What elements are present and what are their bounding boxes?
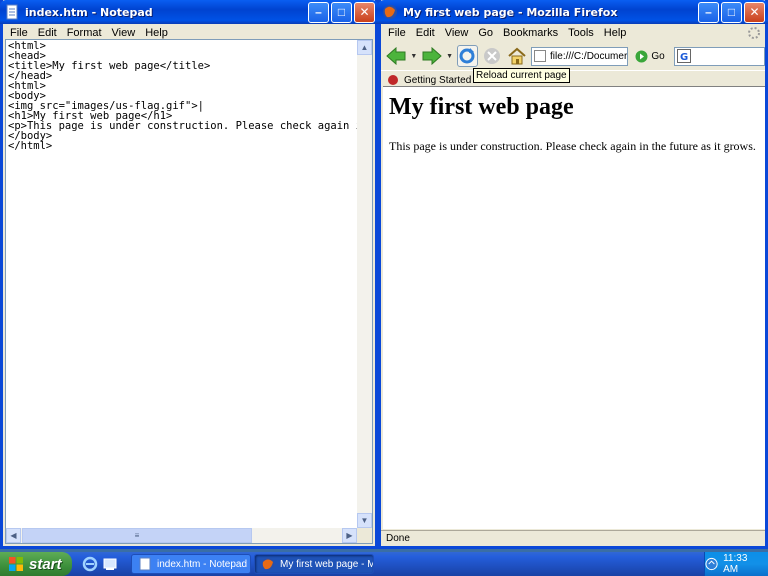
minimize-button[interactable]: –	[698, 1, 719, 23]
taskbar: start index.htm - Notepad My first web p…	[0, 552, 768, 576]
close-button[interactable]: ✕	[354, 1, 375, 23]
taskbar-item-notepad[interactable]: index.htm - Notepad	[131, 554, 251, 574]
scroll-up-button[interactable]: ▲	[357, 40, 372, 55]
throbber-icon	[748, 27, 760, 39]
page-content: My first web page This page is under con…	[383, 86, 765, 529]
stop-button[interactable]	[481, 45, 503, 67]
menu-tools[interactable]: Tools	[563, 27, 599, 39]
horizontal-scrollbar[interactable]: ◀ ≡ ▶	[6, 528, 357, 543]
firefox-titlebar[interactable]: My first web page - Mozilla Firefox – □ …	[378, 0, 768, 24]
page-heading: My first web page	[389, 94, 574, 120]
scroll-left-button[interactable]: ◀	[6, 528, 21, 543]
forward-button[interactable]	[421, 45, 443, 67]
status-text: Done	[386, 533, 410, 544]
taskbar-item-label: My first web page - M...	[280, 558, 374, 570]
search-input[interactable]: G	[673, 46, 765, 66]
menu-view[interactable]: View	[107, 27, 141, 39]
forward-dropdown[interactable]: ▼	[446, 53, 454, 60]
notepad-icon	[139, 557, 151, 571]
maximize-button[interactable]: □	[721, 1, 742, 23]
clock[interactable]: 11:33 AM	[723, 553, 762, 575]
menu-format[interactable]: Format	[62, 27, 107, 39]
getting-started-icon	[388, 75, 398, 85]
scroll-corner	[357, 528, 372, 543]
taskbar-item-firefox[interactable]: My first web page - M...	[254, 554, 374, 574]
menu-edit[interactable]: Edit	[411, 27, 440, 39]
close-button[interactable]: ✕	[744, 1, 765, 23]
notepad-editor[interactable]: <html> <head> <title>My first web page</…	[5, 39, 373, 544]
windows-flag-icon	[9, 557, 23, 571]
firefox-menubar: File Edit View Go Bookmarks Tools Help	[381, 24, 765, 42]
notepad-title: index.htm - Notepad	[25, 5, 153, 19]
address-text[interactable]: file:///C:/Documer	[550, 51, 627, 62]
notepad-window[interactable]: index.htm - Notepad – □ ✕ File Edit Form…	[0, 0, 378, 549]
menu-file[interactable]: File	[5, 27, 33, 39]
back-dropdown[interactable]: ▼	[410, 53, 418, 60]
back-arrow-icon	[386, 47, 406, 65]
page-paragraph: This page is under construction. Please …	[389, 139, 756, 153]
navigation-toolbar: ▼ ▼ file:///C:/Documer ▼ Go G	[381, 42, 765, 70]
firefox-icon	[383, 5, 397, 19]
vertical-scrollbar[interactable]: ▲ ▼	[357, 40, 372, 528]
menu-edit[interactable]: Edit	[33, 27, 62, 39]
quick-launch	[82, 556, 118, 572]
reload-icon	[459, 48, 475, 64]
internet-explorer-icon[interactable]	[82, 556, 98, 572]
notepad-text[interactable]: <html> <head> <title>My first web page</…	[8, 40, 357, 528]
scroll-down-button[interactable]: ▼	[357, 513, 372, 528]
start-button[interactable]: start	[0, 552, 72, 576]
firefox-icon	[262, 558, 274, 570]
notepad-titlebar[interactable]: index.htm - Notepad – □ ✕	[0, 0, 378, 24]
reload-tooltip: Reload current page	[473, 68, 570, 83]
address-dropdown[interactable]: ▼	[627, 47, 628, 65]
system-tray: 11:33 AM	[704, 552, 768, 576]
maximize-button[interactable]: □	[331, 1, 352, 23]
go-icon	[635, 50, 648, 62]
firefox-title: My first web page - Mozilla Firefox	[403, 5, 618, 19]
reload-button[interactable]	[456, 45, 479, 67]
bookmark-getting-started[interactable]: Getting Started	[404, 75, 471, 86]
status-bar: Done	[381, 530, 765, 546]
go-label: Go	[651, 50, 665, 62]
page-icon	[534, 50, 547, 62]
forward-arrow-icon	[422, 47, 442, 65]
notepad-icon	[6, 4, 18, 20]
home-icon	[508, 47, 526, 65]
menu-view[interactable]: View	[440, 27, 474, 39]
svg-text:G: G	[680, 52, 688, 63]
show-desktop-icon[interactable]	[102, 556, 118, 572]
address-bar[interactable]: file:///C:/Documer ▼	[531, 46, 629, 66]
stop-icon	[484, 48, 501, 64]
scroll-thumb[interactable]: ≡	[22, 528, 252, 543]
menu-help[interactable]: Help	[140, 27, 173, 39]
back-button[interactable]	[385, 45, 407, 67]
google-search-icon: G	[676, 49, 691, 63]
menu-file[interactable]: File	[383, 27, 411, 39]
menu-bookmarks[interactable]: Bookmarks	[498, 27, 563, 39]
minimize-button[interactable]: –	[308, 1, 329, 23]
taskbar-item-label: index.htm - Notepad	[157, 558, 248, 570]
start-label: start	[29, 555, 62, 573]
firefox-window[interactable]: My first web page - Mozilla Firefox – □ …	[378, 0, 768, 549]
menu-go[interactable]: Go	[473, 27, 498, 39]
menu-help[interactable]: Help	[599, 27, 632, 39]
go-button[interactable]: Go	[635, 50, 665, 63]
scroll-right-button[interactable]: ▶	[342, 528, 357, 543]
home-button[interactable]	[506, 45, 528, 67]
network-icon[interactable]	[705, 557, 718, 571]
